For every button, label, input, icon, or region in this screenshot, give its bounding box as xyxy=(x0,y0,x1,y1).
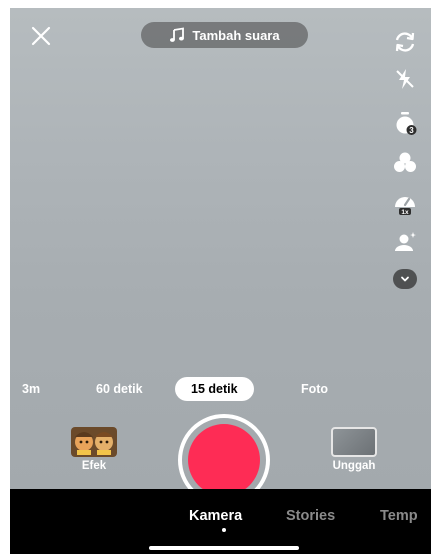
beauty-button[interactable] xyxy=(387,228,423,258)
add-sound-button[interactable]: Tambah suara xyxy=(141,22,308,48)
effects-button[interactable]: Efek xyxy=(69,427,119,477)
speed-badge: 1x xyxy=(401,209,409,216)
camera-viewfinder: Tambah suara 3 1x 3m 60 detik 15 detik F… xyxy=(10,8,431,506)
record-core xyxy=(188,424,260,496)
close-button[interactable] xyxy=(30,25,52,47)
tab-templates[interactable]: Temp xyxy=(380,508,418,524)
filters-button[interactable] xyxy=(387,148,423,178)
bottom-mode-bar: Kamera Stories Temp xyxy=(10,489,431,554)
timer-badge: 3 xyxy=(409,126,414,135)
speed-button[interactable]: 1x xyxy=(387,188,423,218)
upload-label: Unggah xyxy=(332,460,376,472)
timer-button[interactable]: 3 xyxy=(387,108,423,138)
active-tab-indicator xyxy=(222,528,226,532)
duration-60s[interactable]: 60 detik xyxy=(96,377,143,401)
upload-button[interactable]: Unggah xyxy=(324,427,384,477)
flash-off-icon xyxy=(396,69,414,89)
tab-stories[interactable]: Stories xyxy=(286,508,335,524)
duration-selector: 3m 60 detik 15 detik Foto xyxy=(10,377,431,401)
beauty-icon xyxy=(395,232,416,251)
duration-photo[interactable]: Foto xyxy=(301,377,328,401)
chevron-down-icon xyxy=(401,276,409,282)
camera-screen: Tambah suara 3 1x 3m 60 detik 15 detik F… xyxy=(10,8,431,554)
flip-camera-icon xyxy=(395,32,415,52)
home-indicator xyxy=(149,546,299,550)
effects-label: Efek xyxy=(81,460,107,472)
duration-3m[interactable]: 3m xyxy=(22,377,40,401)
flip-camera-button[interactable] xyxy=(387,27,423,57)
music-note-icon xyxy=(170,27,185,42)
flash-button[interactable] xyxy=(387,64,423,94)
effects-thumbnail xyxy=(71,427,117,457)
speed-icon: 1x xyxy=(395,197,415,216)
duration-15s[interactable]: 15 detik xyxy=(175,377,254,401)
add-sound-label: Tambah suara xyxy=(192,27,280,43)
tab-camera[interactable]: Kamera xyxy=(189,508,242,524)
record-button[interactable] xyxy=(178,414,270,506)
more-options-button[interactable] xyxy=(393,269,417,289)
close-icon xyxy=(31,26,51,46)
timer-icon: 3 xyxy=(396,112,417,135)
upload-thumbnail xyxy=(331,427,377,457)
filters-icon xyxy=(394,152,416,172)
